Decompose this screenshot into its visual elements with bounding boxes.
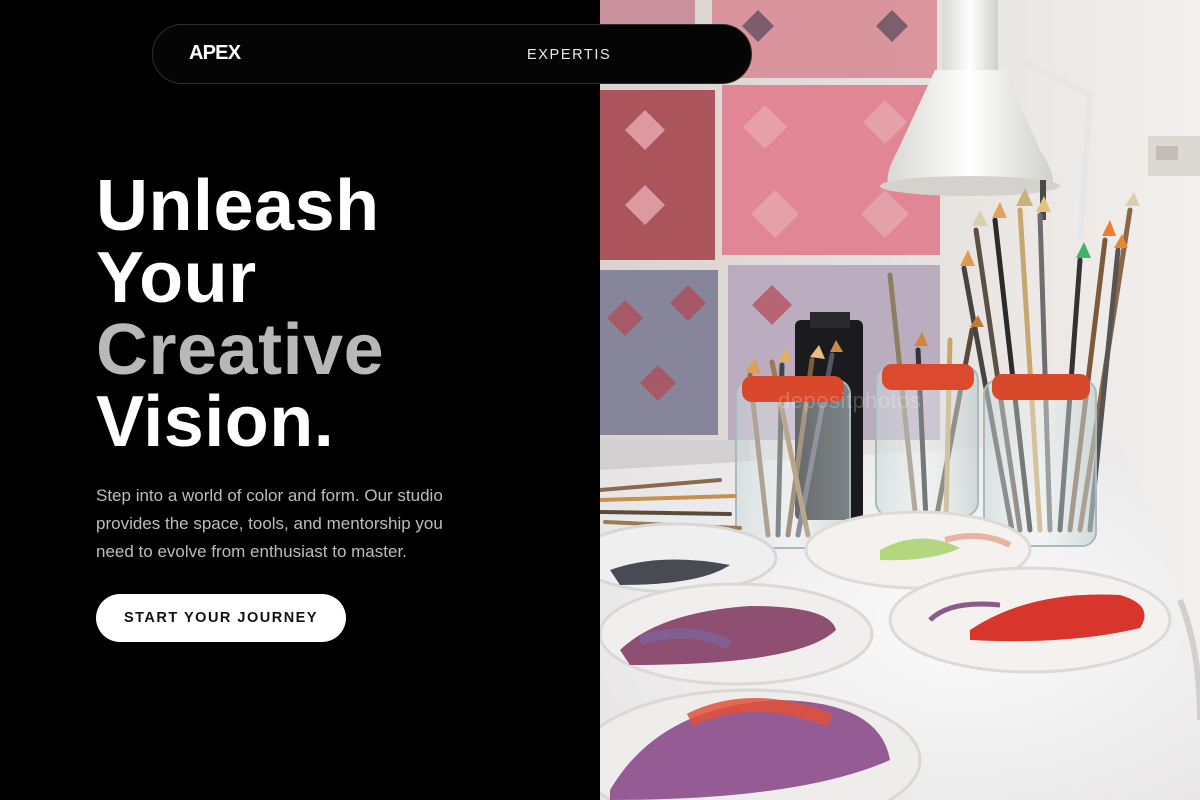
start-journey-button[interactable]: START YOUR JOURNEY: [96, 594, 346, 642]
nav-link-expertise[interactable]: EXPERTIS: [527, 47, 611, 63]
hero-line-creative: Creative: [96, 310, 385, 390]
studio-photo: depositphotos: [600, 0, 1200, 800]
left-panel: Unleash Your Creative Vision. Step into …: [0, 0, 600, 800]
top-nav: APEX EXPERTIS: [152, 24, 752, 84]
hero-description: Step into a world of color and form. Our…: [96, 486, 443, 561]
hero-line-your: Your: [96, 238, 257, 318]
hero-line-vision: Vision.: [96, 382, 335, 462]
apex-logo[interactable]: APEX: [189, 42, 241, 65]
watermark-text: depositphotos: [778, 388, 922, 413]
hero-line-unleash: Unleash: [96, 166, 380, 246]
hero-heading: Unleash Your Creative Vision.: [96, 170, 384, 458]
